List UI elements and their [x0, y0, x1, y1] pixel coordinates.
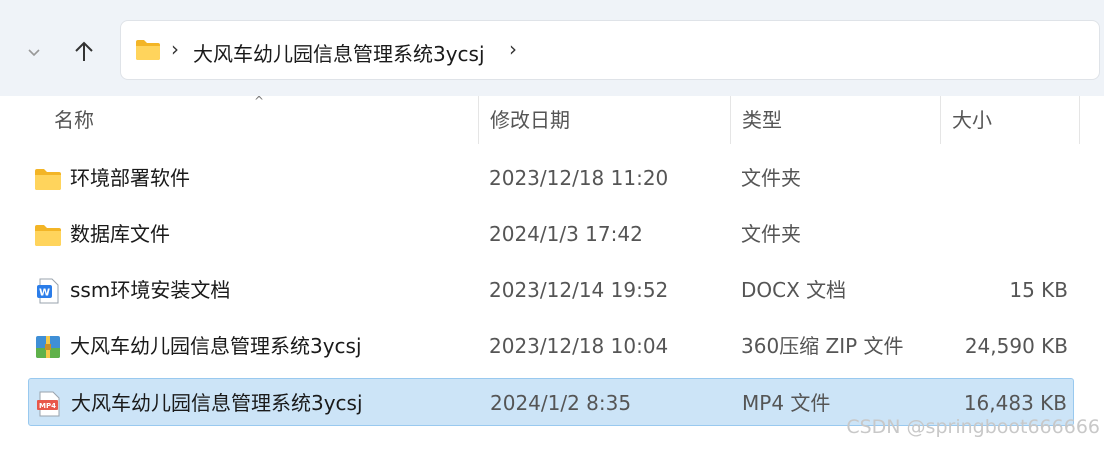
folder-icon	[35, 169, 61, 190]
address-bar[interactable]: › 大风车幼儿园信息管理系统3ycsj ›	[120, 20, 1100, 80]
docx-icon: W	[37, 278, 59, 304]
watermark: CSDN @springboot666666	[846, 416, 1100, 438]
docx-icon-label: W	[39, 288, 50, 299]
file-name: 大风车幼儿园信息管理系统3ycsj	[71, 391, 363, 415]
file-date: 2023/12/18 11:20	[489, 166, 669, 190]
file-date: 2024/1/3 17:42	[489, 222, 643, 246]
file-type: MP4 文件	[742, 391, 831, 415]
file-name: 数据库文件	[70, 222, 170, 246]
mp4-icon-label: MP4	[39, 402, 56, 410]
file-name: ssm环境安装文档	[70, 278, 231, 302]
back-button[interactable]	[16, 34, 52, 70]
column-header-type[interactable]: 类型	[730, 96, 940, 144]
file-date: 2024/1/2 8:35	[490, 391, 632, 415]
column-header-date[interactable]: 修改日期	[478, 96, 730, 144]
column-header-name[interactable]: 名称	[54, 96, 478, 144]
file-name: 大风车幼儿园信息管理系统3ycsj	[70, 334, 362, 358]
file-row[interactable]: 数据库文件 2024/1/3 17:42 文件夹	[28, 210, 1074, 258]
navigation-bar: › 大风车幼儿园信息管理系统3ycsj ›	[0, 0, 1104, 96]
file-row[interactable]: 环境部署软件 2023/12/18 11:20 文件夹	[28, 154, 1074, 202]
file-row[interactable]: 大风车幼儿园信息管理系统3ycsj 2023/12/18 10:04 360压缩…	[28, 322, 1074, 370]
file-type: 文件夹	[741, 166, 801, 190]
file-row[interactable]: W ssm环境安装文档 2023/12/14 19:52 DOCX 文档 15 …	[28, 266, 1074, 314]
mp4-file-icon: MP4	[37, 391, 60, 417]
up-button[interactable]	[66, 34, 102, 70]
breadcrumb-chevron[interactable]: ›	[509, 37, 517, 61]
file-date: 2023/12/14 19:52	[489, 278, 669, 302]
folder-icon	[35, 225, 61, 246]
column-header-size[interactable]: 大小	[940, 96, 1080, 144]
zip-archive-icon	[36, 336, 60, 358]
breadcrumb-separator: ›	[171, 37, 179, 61]
file-date: 2023/12/18 10:04	[489, 334, 669, 358]
chevron-down-icon	[28, 49, 40, 57]
file-type: 文件夹	[741, 222, 801, 246]
folder-icon	[136, 40, 160, 60]
file-name: 环境部署软件	[70, 166, 190, 190]
file-size: 15 KB	[1009, 278, 1068, 302]
arrow-up-icon	[75, 41, 93, 61]
file-type: DOCX 文档	[741, 278, 847, 302]
column-header-row: 名称 修改日期 类型 大小	[0, 96, 1104, 144]
file-type: 360压缩 ZIP 文件	[741, 334, 904, 358]
breadcrumb-folder[interactable]: 大风车幼儿园信息管理系统3ycsj	[193, 38, 485, 67]
file-size: 24,590 KB	[964, 334, 1068, 358]
